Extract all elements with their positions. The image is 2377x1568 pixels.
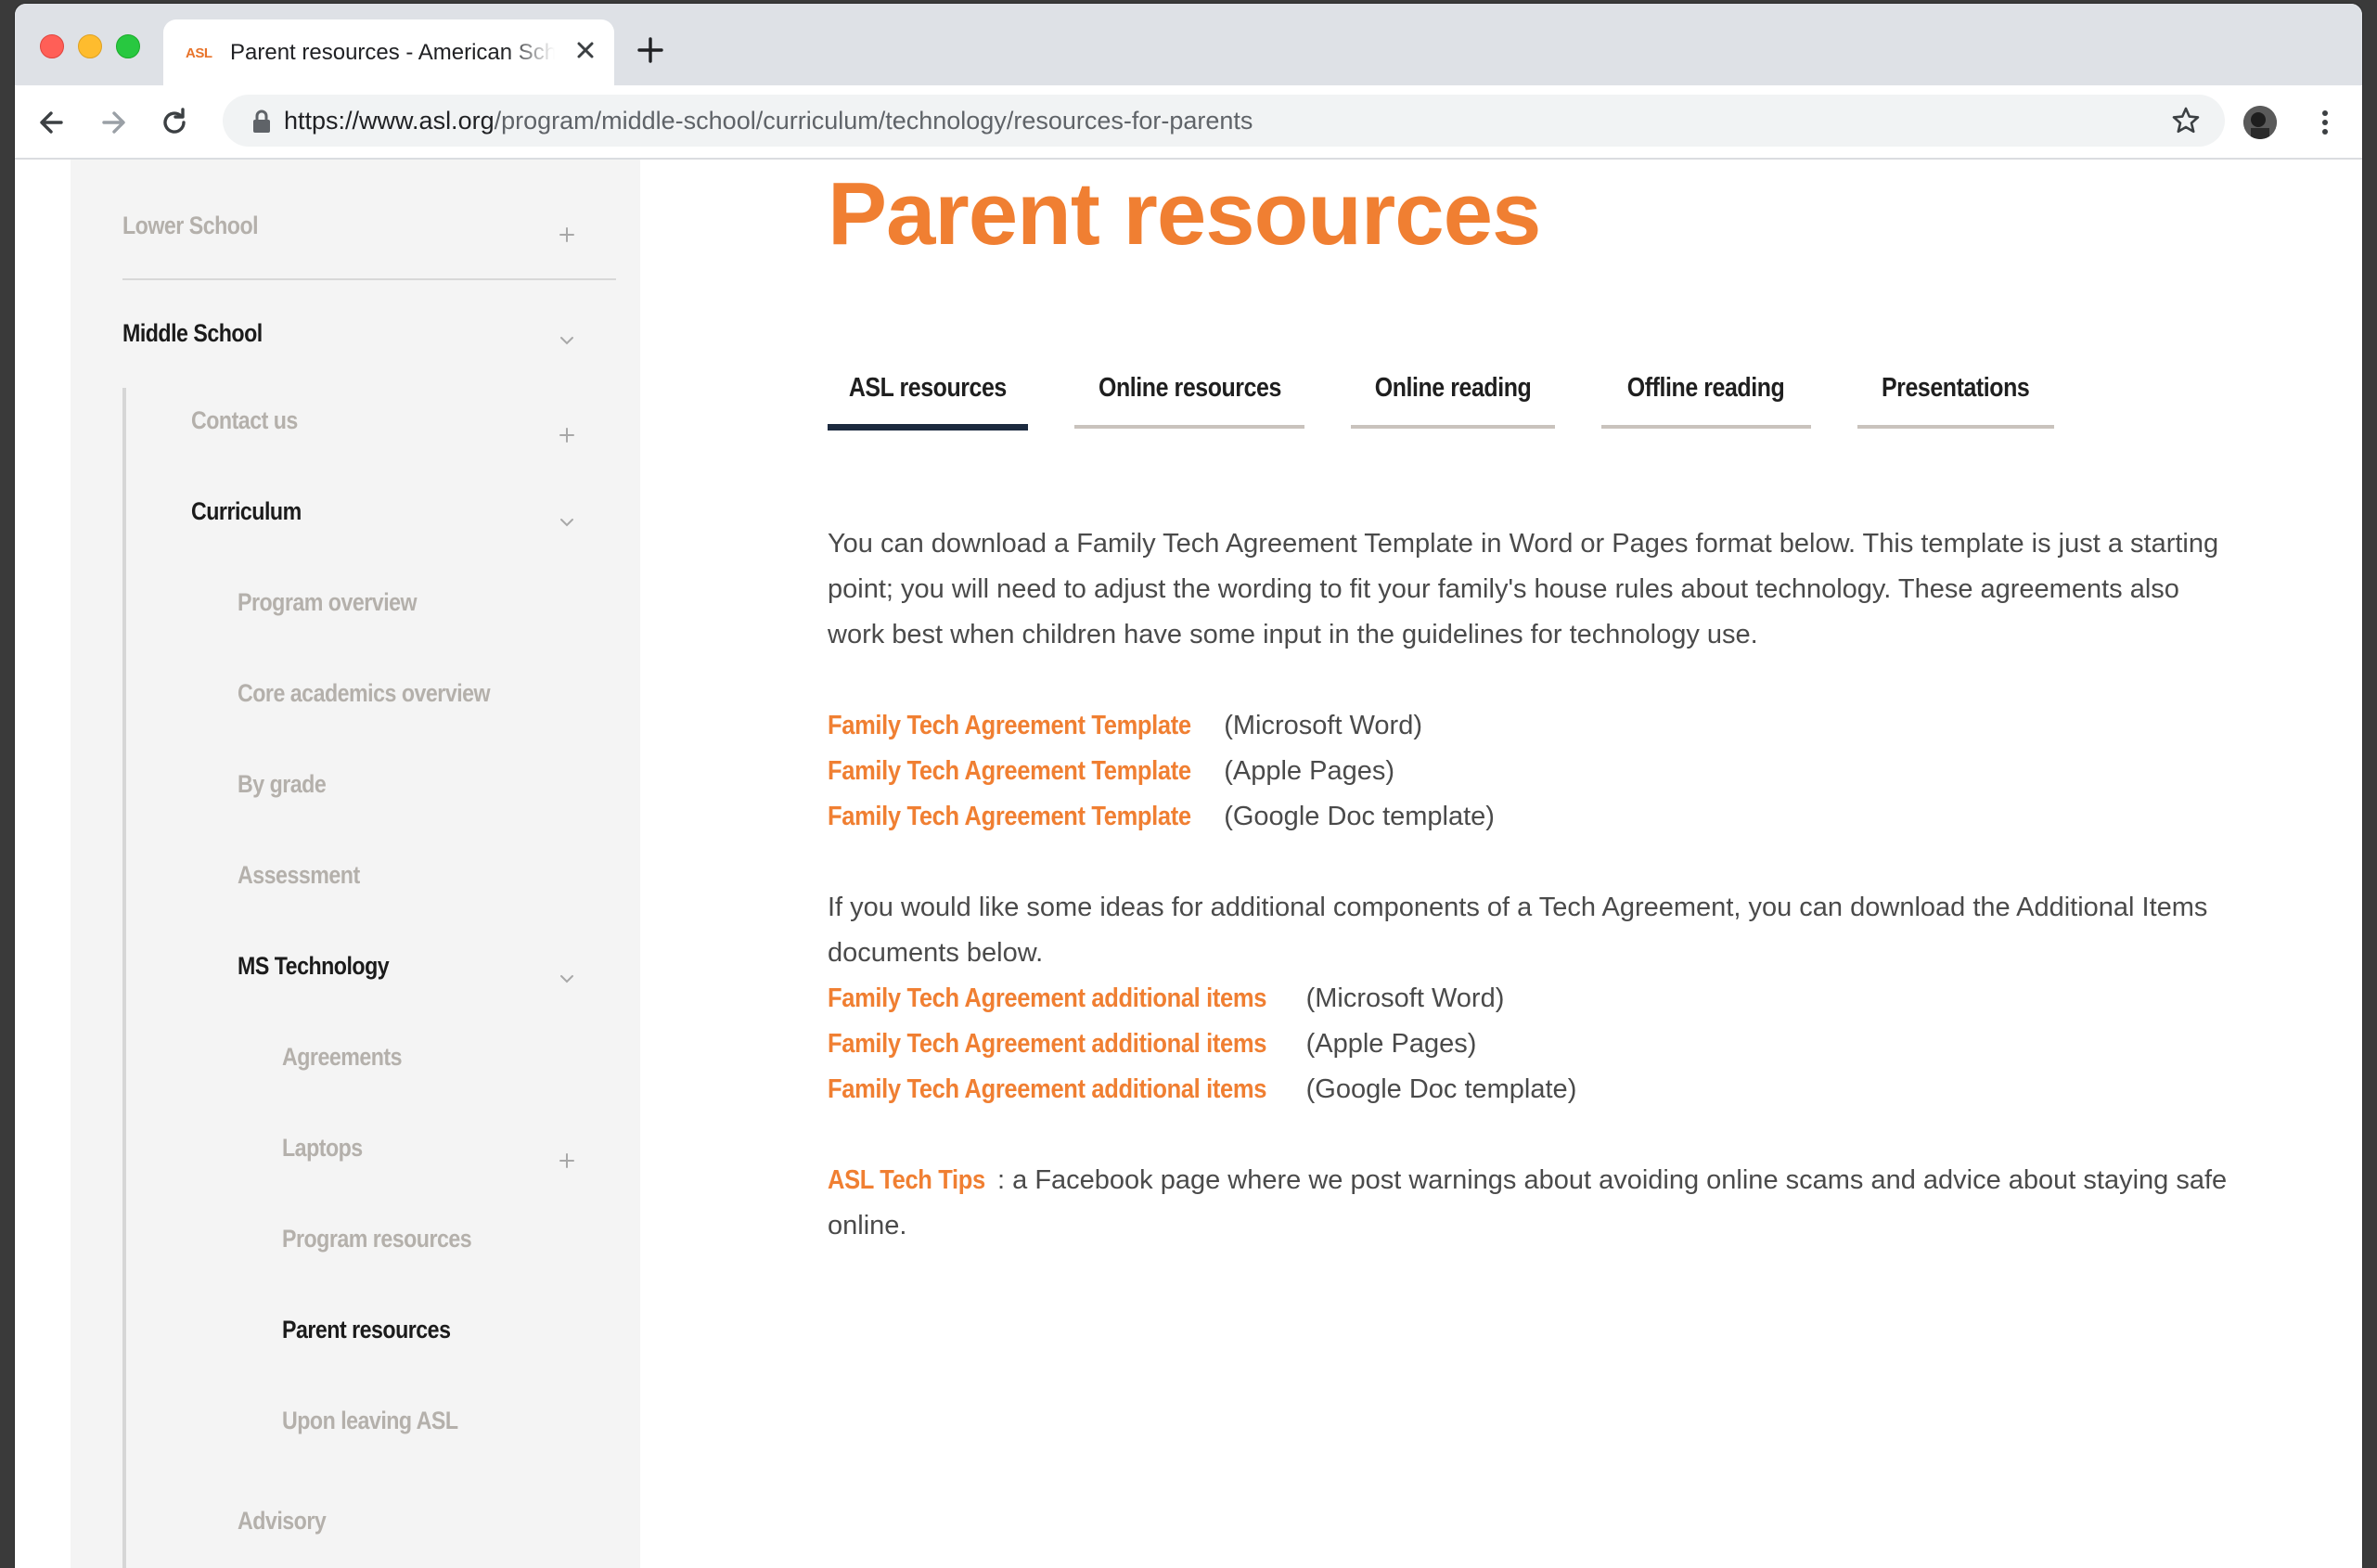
- list-item: Family Tech Agreement Template (Apple Pa…: [828, 749, 2312, 794]
- plus-icon[interactable]: [555, 223, 579, 247]
- reload-icon[interactable]: [156, 104, 193, 141]
- section-sidebar: Lower School Middle School Contact us Cu…: [71, 160, 640, 1568]
- tab-online-resources[interactable]: Online resources: [1074, 364, 1304, 429]
- favicon-icon: ASL: [186, 45, 212, 61]
- tech-tips-paragraph: ASL Tech Tips: a Facebook page where we …: [828, 1158, 2312, 1249]
- tab-offline-reading[interactable]: Offline reading: [1601, 364, 1811, 429]
- additional-word-link[interactable]: Family Tech Agreement additional items: [828, 976, 1266, 1022]
- tab-title: Parent resources - American School in Lo…: [230, 40, 555, 65]
- arrow-right-icon[interactable]: [95, 104, 132, 141]
- sidebar-item-middle-school[interactable]: Middle School: [122, 319, 263, 348]
- sidebar-item-assessment[interactable]: Assessment: [238, 861, 360, 890]
- sidebar-item-lower-school[interactable]: Lower School: [122, 212, 259, 240]
- sidebar-item-advisory[interactable]: Advisory: [238, 1507, 327, 1536]
- web-page: Lower School Middle School Contact us Cu…: [15, 160, 2362, 1568]
- profile-avatar[interactable]: [2243, 106, 2277, 139]
- lock-icon: [253, 109, 270, 133]
- active-tab-indicator: [828, 424, 1028, 431]
- list-item: Family Tech Agreement additional items (…: [828, 1022, 2312, 1067]
- additional-google-doc-link[interactable]: Family Tech Agreement additional items: [828, 1067, 1266, 1112]
- star-icon[interactable]: [2171, 106, 2201, 135]
- sidebar-nest-rail: [122, 388, 126, 1568]
- sidebar-item-laptops[interactable]: Laptops: [282, 1134, 363, 1163]
- sidebar-item-core-academics[interactable]: Core academics overview: [238, 679, 491, 708]
- plus-icon[interactable]: [555, 1149, 579, 1173]
- chevron-down-icon[interactable]: [555, 328, 579, 353]
- template-links: Family Tech Agreement Template (Microsof…: [828, 703, 2312, 840]
- sidebar-item-upon-leaving-asl[interactable]: Upon leaving ASL: [282, 1407, 458, 1435]
- minimize-window-button[interactable]: [78, 34, 102, 58]
- sidebar-divider: [122, 278, 616, 280]
- kebab-menu-icon[interactable]: [2314, 104, 2336, 141]
- browser-window: ASL Parent resources - American School i…: [15, 4, 2362, 1568]
- tab-content: You can download a Family Tech Agreement…: [828, 521, 2312, 1249]
- list-item: Family Tech Agreement additional items (…: [828, 976, 2312, 1022]
- intro-paragraph: You can download a Family Tech Agreement…: [828, 529, 2219, 649]
- sidebar-item-program-overview[interactable]: Program overview: [238, 588, 418, 617]
- additional-pages-link[interactable]: Family Tech Agreement additional items: [828, 1022, 1266, 1067]
- url-text[interactable]: https://www.asl.org/program/middle-schoo…: [284, 107, 1253, 135]
- maximize-window-button[interactable]: [116, 34, 140, 58]
- close-window-button[interactable]: [40, 34, 64, 58]
- sidebar-item-by-grade[interactable]: By grade: [238, 770, 327, 799]
- chevron-down-icon[interactable]: [555, 510, 579, 534]
- template-pages-link[interactable]: Family Tech Agreement Template: [828, 749, 1191, 794]
- arrow-left-icon[interactable]: [33, 104, 71, 141]
- avatar-icon: [2243, 106, 2277, 139]
- sidebar-item-contact-us[interactable]: Contact us: [191, 406, 298, 435]
- list-item: Family Tech Agreement additional items (…: [828, 1067, 2312, 1112]
- sidebar-item-parent-resources[interactable]: Parent resources: [282, 1316, 451, 1344]
- asl-tech-tips-link[interactable]: ASL Tech Tips: [828, 1158, 985, 1203]
- browser-toolbar: https://www.asl.org/program/middle-schoo…: [15, 85, 2362, 160]
- sidebar-item-program-resources[interactable]: Program resources: [282, 1225, 472, 1253]
- page-title: Parent resources: [828, 164, 1541, 263]
- list-item: Family Tech Agreement Template (Google D…: [828, 794, 2312, 840]
- tab-online-reading[interactable]: Online reading: [1351, 364, 1555, 429]
- address-bar[interactable]: https://www.asl.org/program/middle-schoo…: [223, 95, 2225, 147]
- tab-asl-resources[interactable]: ASL resources: [828, 364, 1028, 431]
- plus-icon[interactable]: [635, 34, 666, 66]
- tab-presentations[interactable]: Presentations: [1857, 364, 2054, 429]
- template-word-link[interactable]: Family Tech Agreement Template: [828, 703, 1191, 749]
- sidebar-item-curriculum[interactable]: Curriculum: [191, 497, 302, 526]
- template-google-doc-link[interactable]: Family Tech Agreement Template: [828, 794, 1191, 840]
- list-item: Family Tech Agreement Template (Microsof…: [828, 703, 2312, 749]
- sidebar-item-agreements[interactable]: Agreements: [282, 1043, 403, 1072]
- additional-items-paragraph: If you would like some ideas for additio…: [828, 885, 2312, 1112]
- tab-strip: ASL Parent resources - American School i…: [15, 4, 2362, 85]
- sidebar-item-ms-technology[interactable]: MS Technology: [238, 952, 390, 981]
- plus-icon[interactable]: [555, 423, 579, 447]
- browser-tab[interactable]: ASL Parent resources - American School i…: [163, 19, 614, 85]
- close-icon[interactable]: [570, 34, 601, 66]
- chevron-down-icon[interactable]: [555, 967, 579, 991]
